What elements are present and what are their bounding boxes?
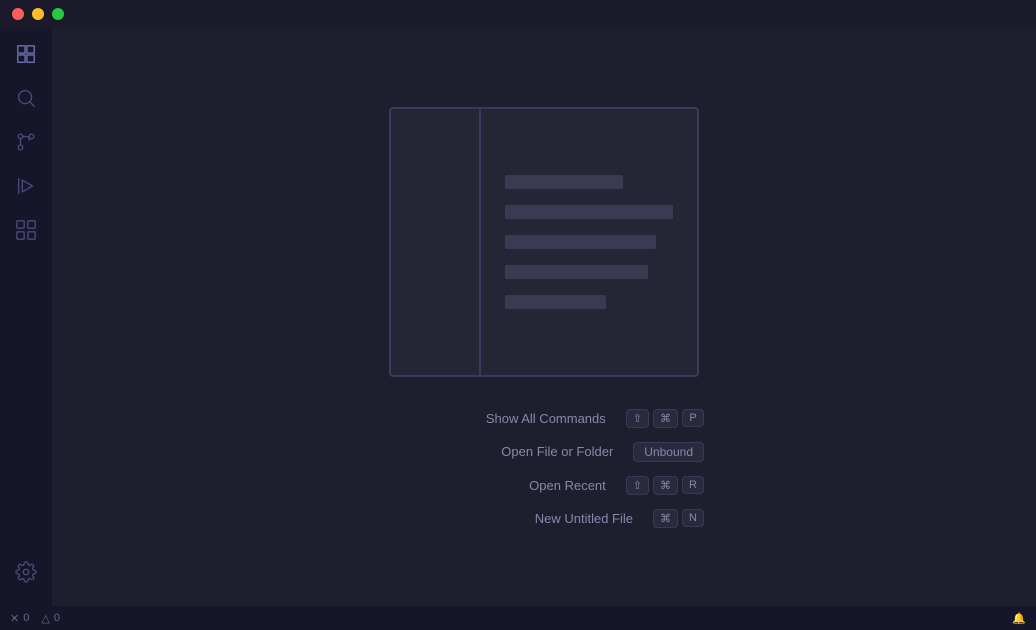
logo-line-4 [505,265,648,279]
key-unbound: Unbound [633,442,704,462]
status-errors[interactable]: ✕ 0 [10,612,29,625]
sidebar-item-search[interactable] [6,80,46,120]
open-recent-label: Open Recent [384,478,618,493]
content-area: Show All Commands ⇧ ⌘ P Open File or Fol… [52,28,1036,606]
key-cmd-3: ⌘ [653,509,678,528]
shortcut-new-untitled-file[interactable]: New Untitled File ⌘ N [384,509,704,528]
vscode-logo [389,107,699,377]
logo-right-panel [481,109,697,375]
show-all-commands-keys: ⇧ ⌘ P [626,409,704,428]
shortcut-open-file-or-folder[interactable]: Open File or Folder Unbound [384,442,704,462]
bell-icon: 🔔 [1012,612,1026,625]
logo-line-3 [505,235,656,249]
open-recent-keys: ⇧ ⌘ R [626,476,704,495]
sidebar-item-run-debug[interactable] [6,168,46,208]
key-shift-2: ⇧ [626,476,649,495]
explorer-icon [15,43,37,70]
minimize-button[interactable] [32,8,44,20]
logo-line-5 [505,295,606,309]
sidebar-bottom [6,554,46,598]
logo-line-2 [505,205,673,219]
main-layout: Show All Commands ⇧ ⌘ P Open File or Fol… [0,28,1036,606]
close-button[interactable] [12,8,24,20]
maximize-button[interactable] [52,8,64,20]
key-cmd-2: ⌘ [653,476,678,495]
settings-icon [15,561,37,588]
new-untitled-file-keys: ⌘ N [653,509,704,528]
key-cmd: ⌘ [653,409,678,428]
shortcut-show-all-commands[interactable]: Show All Commands ⇧ ⌘ P [384,409,704,428]
key-r: R [682,476,704,494]
open-file-or-folder-keys: Unbound [633,442,704,462]
sidebar-item-explorer[interactable] [6,36,46,76]
error-count: 0 [23,612,29,624]
status-bar: ✕ 0 △ 0 🔔 [0,606,1036,630]
source-control-icon [15,131,37,158]
sidebar-item-extensions[interactable] [6,212,46,252]
logo-left-panel [391,109,481,375]
key-n: N [682,509,704,527]
search-icon [15,87,37,114]
key-p: P [682,409,704,427]
status-notifications[interactable]: 🔔 [1012,612,1026,625]
run-debug-icon [15,175,37,202]
open-file-or-folder-label: Open File or Folder [384,444,625,459]
shortcuts-list: Show All Commands ⇧ ⌘ P Open File or Fol… [384,409,704,528]
logo-line-1 [505,175,623,189]
extensions-icon [15,219,37,246]
title-bar [0,0,1036,28]
new-untitled-file-label: New Untitled File [384,511,645,526]
sidebar [0,28,52,606]
sidebar-item-source-control[interactable] [6,124,46,164]
traffic-lights [12,8,64,20]
sidebar-item-settings[interactable] [6,554,46,594]
show-all-commands-label: Show All Commands [384,411,618,426]
warning-count: 0 [54,612,60,624]
warning-icon: △ [41,612,49,625]
shortcut-open-recent[interactable]: Open Recent ⇧ ⌘ R [384,476,704,495]
key-shift: ⇧ [626,409,649,428]
status-warnings[interactable]: △ 0 [41,612,60,625]
error-icon: ✕ [10,612,19,625]
